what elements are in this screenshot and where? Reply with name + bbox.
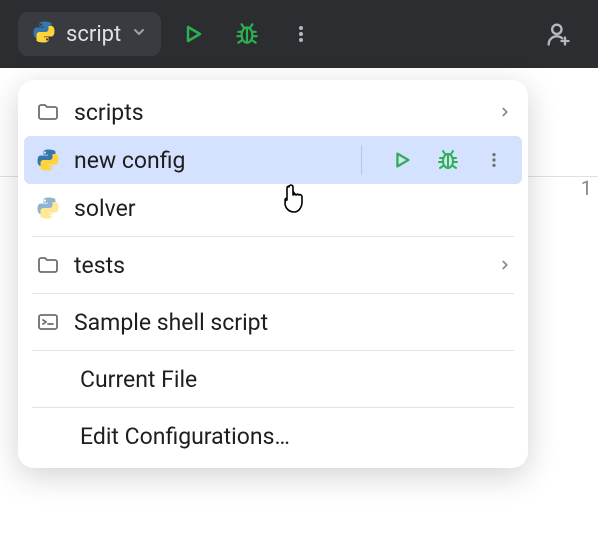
main-toolbar: script [0, 0, 598, 68]
folder-icon [34, 251, 62, 279]
more-vert-icon [291, 24, 311, 44]
menu-item-label: new config [74, 147, 185, 174]
run-button[interactable] [171, 12, 215, 56]
menu-divider [32, 350, 514, 351]
run-config-dropdown: scripts new config [18, 80, 528, 468]
run-button[interactable] [380, 142, 424, 178]
folder-item-tests[interactable]: tests [18, 241, 528, 289]
menu-item-current-file[interactable]: Current File [18, 355, 528, 403]
play-icon [181, 22, 205, 46]
config-item-sample-shell[interactable]: Sample shell script [18, 298, 528, 346]
bug-icon [436, 148, 460, 172]
add-user-button[interactable] [536, 12, 580, 56]
python-icon [34, 146, 62, 174]
config-item-actions [380, 142, 516, 178]
more-vert-icon [485, 151, 503, 169]
shell-script-icon [34, 308, 62, 336]
menu-divider [32, 293, 514, 294]
chevron-right-icon [498, 100, 512, 125]
menu-item-label: solver [74, 195, 136, 222]
debug-button[interactable] [225, 12, 269, 56]
user-plus-icon [544, 20, 572, 48]
config-item-new-config[interactable]: new config [24, 136, 522, 184]
vertical-separator [361, 145, 362, 175]
run-config-selector[interactable]: script [18, 12, 161, 56]
folder-item-scripts[interactable]: scripts [18, 88, 528, 136]
python-icon [32, 20, 56, 48]
menu-item-label: Current File [80, 366, 197, 393]
play-icon [391, 149, 413, 171]
bug-icon [234, 21, 260, 47]
more-actions-button[interactable] [472, 142, 516, 178]
menu-item-label: tests [74, 252, 125, 279]
debug-button[interactable] [426, 142, 470, 178]
chevron-down-icon [131, 24, 147, 44]
chevron-right-icon [498, 253, 512, 278]
menu-item-label: Edit Configurations… [80, 423, 290, 450]
editor-line-number: 1 [581, 176, 592, 200]
python-icon [34, 194, 62, 222]
folder-icon [34, 98, 62, 126]
menu-item-label: Sample shell script [74, 309, 268, 336]
run-config-label: script [66, 22, 121, 47]
menu-item-edit-configurations[interactable]: Edit Configurations… [18, 412, 528, 460]
more-actions-button[interactable] [279, 12, 323, 56]
menu-divider [32, 236, 514, 237]
menu-item-label: scripts [74, 99, 144, 126]
config-item-solver[interactable]: solver [18, 184, 528, 232]
menu-divider [32, 407, 514, 408]
